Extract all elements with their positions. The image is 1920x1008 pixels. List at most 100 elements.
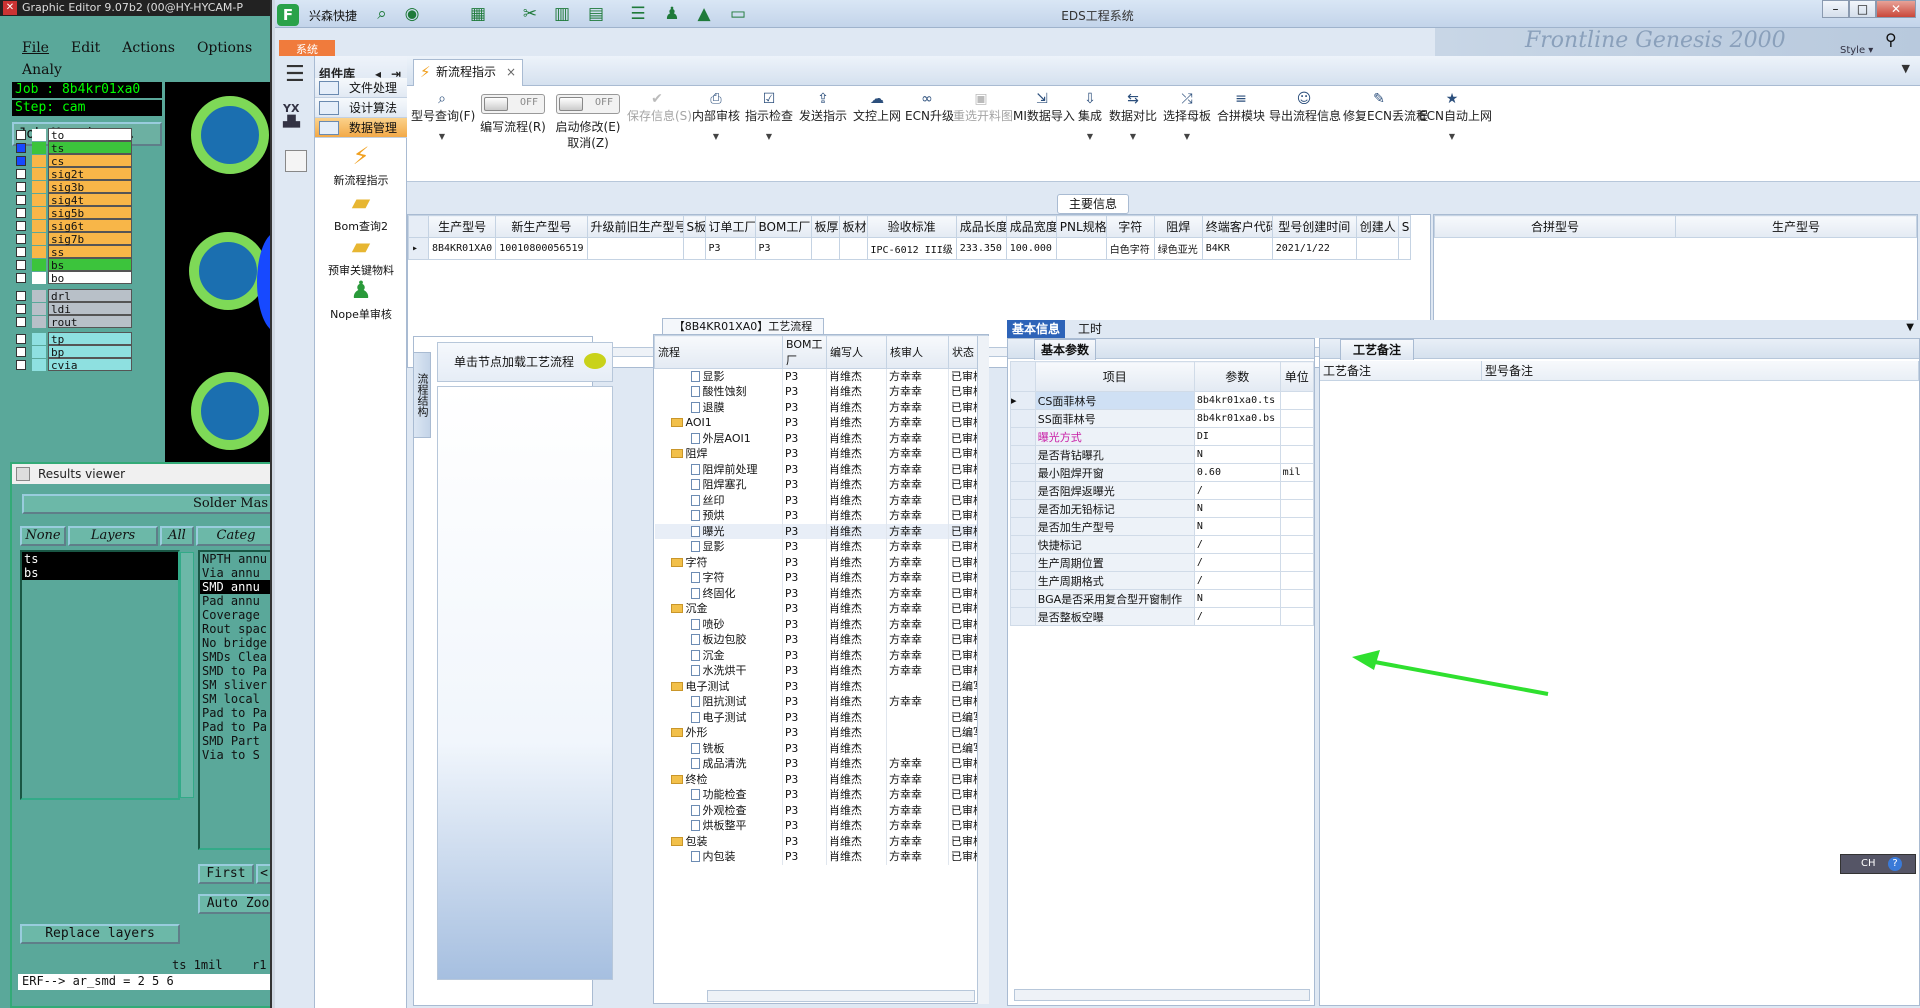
- tab-work-hours[interactable]: 工时: [1073, 320, 1107, 338]
- ribbon-button-1[interactable]: OFF 编写流程(R): [477, 90, 549, 176]
- param-value[interactable]: /: [1193, 607, 1281, 626]
- param-value[interactable]: /: [1193, 535, 1281, 554]
- table-cell[interactable]: P3: [704, 237, 756, 260]
- row-indicator[interactable]: [1010, 445, 1036, 464]
- tree-node[interactable]: 曝光: [654, 523, 783, 539]
- param-row[interactable]: 快捷标记 /: [1010, 535, 1315, 554]
- row-indicator[interactable]: [1010, 481, 1036, 500]
- param-value[interactable]: N: [1193, 499, 1281, 518]
- maximize-icon[interactable]: □: [1849, 0, 1876, 18]
- param-row[interactable]: 是否加生产型号 N: [1010, 517, 1315, 536]
- list-item[interactable]: SMD Part: [200, 734, 270, 748]
- param-value[interactable]: 0.60: [1193, 463, 1281, 482]
- param-row[interactable]: SS面菲林号 8b4kr01xa0.bs: [1010, 409, 1315, 428]
- param-value[interactable]: /: [1193, 553, 1281, 572]
- layer-row-ldi[interactable]: ldi: [14, 302, 132, 316]
- table-cell[interactable]: 233.350: [955, 237, 1007, 260]
- list-item[interactable]: Pad annu: [200, 594, 270, 608]
- table-cell[interactable]: [1355, 237, 1399, 260]
- ribbon-button-17[interactable]: ★ ECN自动上网 ▼: [1419, 90, 1492, 176]
- yx-factory-icon[interactable]: YX ▟▙: [283, 102, 309, 132]
- column-header[interactable]: 字符: [1105, 215, 1155, 238]
- table-row[interactable]: 预烘 P3 肖维杰 方幸幸 已审核: [654, 508, 988, 524]
- tab-basic-info[interactable]: 基本信息: [1007, 320, 1066, 338]
- row-indicator[interactable]: ▸: [1010, 391, 1036, 410]
- ribbon-button-13[interactable]: ⤮ 选择母板 ▼: [1161, 90, 1213, 176]
- table-row[interactable]: 字符 P3 肖维杰 方幸幸 已审核: [654, 554, 988, 570]
- layer-checkbox[interactable]: [16, 130, 26, 140]
- column-header[interactable]: 流程: [654, 335, 783, 369]
- layer-row-ts[interactable]: ts: [14, 141, 132, 155]
- list-item[interactable]: bs: [22, 566, 178, 580]
- column-header[interactable]: BOM工厂: [782, 335, 827, 369]
- layer-row-sig2t[interactable]: sig2t: [14, 167, 132, 181]
- row-indicator[interactable]: ▸: [408, 237, 429, 260]
- table-row[interactable]: 喷砂 P3 肖维杰 方幸幸 已审核: [654, 616, 988, 632]
- column-header[interactable]: S(: [1397, 215, 1411, 238]
- table-row[interactable]: 显影 P3 肖维杰 方幸幸 已审核: [654, 539, 988, 555]
- layer-name[interactable]: drl: [48, 289, 132, 303]
- tree-node[interactable]: 沉金: [654, 647, 783, 663]
- menu-file[interactable]: File: [22, 40, 49, 56]
- layer-name[interactable]: sig5b: [48, 206, 132, 220]
- row-indicator[interactable]: [1010, 553, 1036, 572]
- table-cell[interactable]: P3: [754, 237, 812, 260]
- column-header[interactable]: S板: [682, 215, 706, 238]
- menu-analysis[interactable]: Analy: [22, 62, 62, 78]
- layer-row-drl[interactable]: drl: [14, 289, 132, 303]
- table-cell[interactable]: B4KR: [1201, 237, 1273, 260]
- layer-row-bp[interactable]: bp: [14, 345, 132, 359]
- param-value[interactable]: 8b4kr01xa0.ts: [1193, 391, 1281, 410]
- comp-item-file[interactable]: 文件处理: [315, 78, 407, 98]
- column-header[interactable]: 创建人: [1355, 215, 1399, 238]
- ribbon-button-10[interactable]: ⇲ MI数据导入: [1013, 90, 1075, 176]
- table-cell[interactable]: 白色字符: [1105, 237, 1155, 260]
- column-header[interactable]: 型号创建时间: [1271, 215, 1357, 238]
- column-header[interactable]: 编写人: [826, 335, 887, 369]
- tree-node[interactable]: 预烘: [654, 508, 783, 524]
- table-row[interactable]: 酸性蚀刻 P3 肖维杰 方幸幸 已审核: [654, 384, 988, 400]
- column-header[interactable]: 生产型号: [1675, 215, 1917, 238]
- param-value[interactable]: /: [1193, 481, 1281, 500]
- row-indicator[interactable]: [1010, 589, 1036, 608]
- param-row[interactable]: 是否阻焊返曝光 /: [1010, 481, 1315, 500]
- table-row[interactable]: 阻抗测试 P3 肖维杰 方幸幸 已审核: [654, 694, 988, 710]
- layers-button[interactable]: Layers: [68, 526, 158, 546]
- close-icon[interactable]: ✕: [3, 1, 17, 15]
- layer-name[interactable]: bp: [48, 345, 132, 359]
- layer-row-sig7b[interactable]: sig7b: [14, 232, 132, 246]
- layer-checkbox[interactable]: [16, 291, 26, 301]
- column-header[interactable]: 单位: [1279, 361, 1315, 392]
- table-row[interactable]: 曝光 P3 肖维杰 方幸幸 已审核: [654, 523, 988, 539]
- list-item[interactable]: NPTH annu: [200, 552, 270, 566]
- chevron-down-icon[interactable]: ▼: [745, 130, 793, 144]
- table-row[interactable]: 阻焊 P3 肖维杰 方幸幸 已审核: [654, 446, 988, 462]
- column-header[interactable]: 核审人: [886, 335, 949, 369]
- layer-name[interactable]: tp: [48, 332, 132, 346]
- column-header[interactable]: 板厚: [810, 215, 840, 238]
- layer-name[interactable]: bo: [48, 271, 132, 285]
- menu-actions[interactable]: Actions: [122, 40, 175, 56]
- ribbon-button-6[interactable]: ⇪ 发送指示: [797, 90, 849, 176]
- ribbon-button-16[interactable]: ✎ 修复ECN丢流程: [1343, 90, 1428, 176]
- layer-name[interactable]: sig2t: [48, 167, 132, 181]
- column-header[interactable]: 新生产型号: [495, 215, 588, 238]
- first-button[interactable]: First: [198, 864, 254, 884]
- category-list[interactable]: NPTH annu Via annu SMD annu Pad annu Coverag…: [198, 550, 270, 850]
- menu-icon[interactable]: ☰: [285, 62, 305, 87]
- table-cell[interactable]: 绿色亚光: [1153, 237, 1203, 260]
- row-indicator[interactable]: [1010, 463, 1036, 482]
- tree-node[interactable]: 沉金: [654, 601, 783, 617]
- category-button[interactable]: Categ: [196, 526, 270, 546]
- layer-row-cs[interactable]: cs: [14, 154, 132, 168]
- layer-name[interactable]: ts: [48, 141, 132, 155]
- param-row[interactable]: BGA是否采用复合型开窗制作 N: [1010, 589, 1315, 608]
- layer-row-tp[interactable]: tp: [14, 332, 132, 346]
- auto-zoom-button[interactable]: Auto Zoo: [198, 894, 270, 914]
- layer-row-bo[interactable]: bo: [14, 271, 132, 285]
- layer-name[interactable]: sig4t: [48, 193, 132, 207]
- prev-button[interactable]: <-: [256, 864, 270, 884]
- list-item[interactable]: SMD annu: [200, 580, 270, 594]
- tree-node[interactable]: 水洗烘干: [654, 663, 783, 679]
- ribbon-button-11[interactable]: ⇩ 集成 ▼: [1075, 90, 1105, 176]
